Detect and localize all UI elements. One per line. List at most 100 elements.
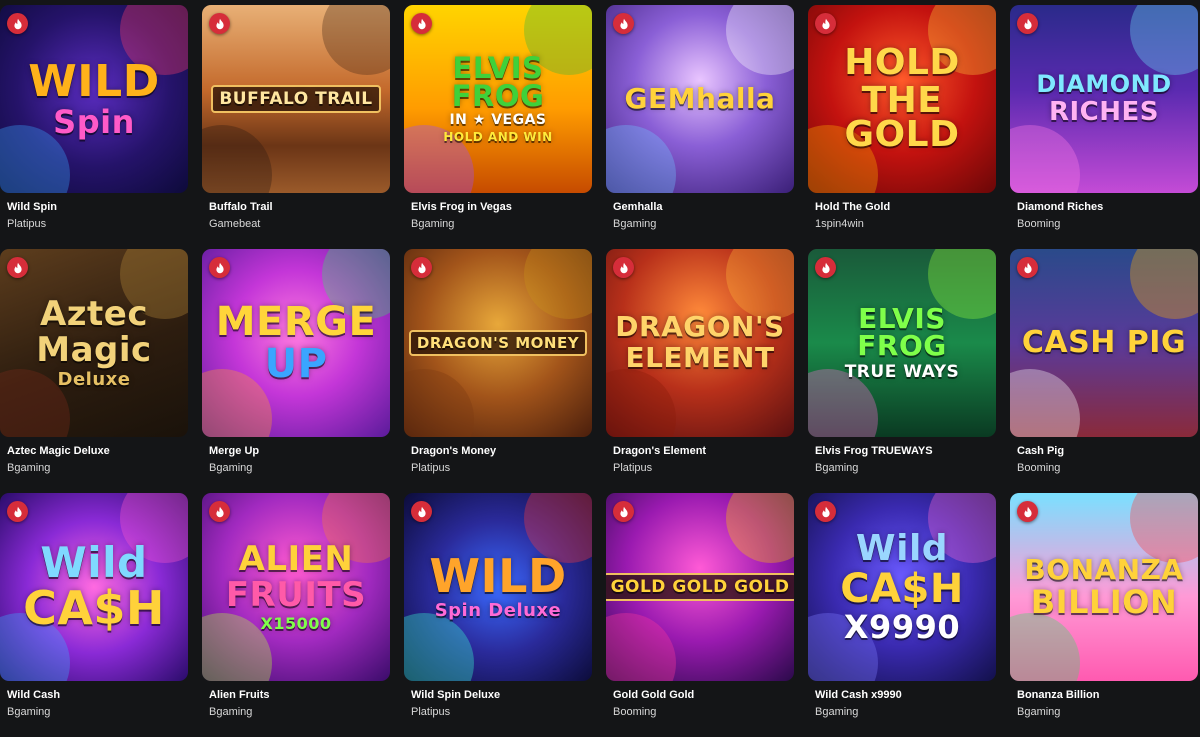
- game-thumbnail[interactable]: BONANZA BILLION: [1010, 493, 1198, 681]
- hot-badge: [7, 501, 28, 522]
- game-logo-art: DIAMOND RICHES: [1028, 65, 1179, 132]
- art-decoration: [202, 125, 272, 193]
- game-title[interactable]: Hold The Gold: [815, 199, 996, 216]
- game-title[interactable]: Gemhalla: [613, 199, 794, 216]
- game-thumbnail[interactable]: DRAGON'S MONEY: [404, 249, 592, 437]
- game-meta: Diamond Riches Booming: [1010, 193, 1198, 233]
- game-card-cash-pig[interactable]: CASH PIG Cash Pig Booming: [1010, 249, 1198, 493]
- flame-icon: [619, 18, 628, 29]
- game-thumbnail[interactable]: Wild CA$H: [0, 493, 188, 681]
- flame-icon: [13, 18, 22, 29]
- game-title[interactable]: Cash Pig: [1017, 443, 1198, 460]
- game-provider: Bgaming: [411, 218, 455, 230]
- game-logo-text: ELEMENT: [625, 341, 775, 374]
- game-title[interactable]: Elvis Frog TRUEWAYS: [815, 443, 996, 460]
- game-card-gold-gold-gold[interactable]: GOLD GOLD GOLD Gold Gold Gold Booming: [606, 493, 794, 737]
- game-thumbnail[interactable]: ELVIS FROG IN ★ VEGAS HOLD AND WIN: [404, 5, 592, 193]
- game-title[interactable]: Wild Spin: [7, 199, 188, 216]
- game-logo-text: IN ★ VEGAS: [449, 112, 547, 129]
- game-title[interactable]: Alien Fruits: [209, 687, 390, 704]
- game-title[interactable]: Wild Cash x9990: [815, 687, 996, 704]
- game-provider: Platipus: [411, 706, 451, 718]
- game-title[interactable]: Elvis Frog in Vegas: [411, 199, 592, 216]
- game-meta: Buffalo Trail Gamebeat: [202, 193, 390, 233]
- game-card-wild-cash[interactable]: Wild CA$H Wild Cash Bgaming: [0, 493, 188, 737]
- game-logo-art: ALIEN FRUITS X15000: [218, 535, 374, 639]
- game-thumbnail[interactable]: ALIEN FRUITS X15000: [202, 493, 390, 681]
- flame-icon: [619, 506, 628, 517]
- game-provider: 1spin4win: [815, 218, 864, 230]
- game-title[interactable]: Bonanza Billion: [1017, 687, 1198, 704]
- game-card-diamond-riches[interactable]: DIAMOND RICHES Diamond Riches Booming: [1010, 5, 1198, 249]
- game-thumbnail[interactable]: Wild CA$H X9990: [808, 493, 996, 681]
- game-logo-art: GEMhalla: [617, 78, 784, 121]
- game-card-merge-up[interactable]: MERGE UP Merge Up Bgaming: [202, 249, 390, 493]
- game-card-buffalo-trail[interactable]: BUFFALO TRAIL Buffalo Trail Gamebeat: [202, 5, 390, 249]
- game-thumbnail[interactable]: Aztec Magic Deluxe: [0, 249, 188, 437]
- game-card-dragon-s-money[interactable]: DRAGON'S MONEY Dragon's Money Platipus: [404, 249, 592, 493]
- game-card-wild-cash-x9990[interactable]: Wild CA$H X9990 Wild Cash x9990 Bgaming: [808, 493, 996, 737]
- game-card-dragon-s-element[interactable]: DRAGON'S ELEMENT Dragon's Element Platipus: [606, 249, 794, 493]
- game-card-elvis-frog-in-vegas[interactable]: ELVIS FROG IN ★ VEGAS HOLD AND WIN Elvis Fr…: [404, 5, 592, 249]
- flame-icon: [619, 262, 628, 273]
- game-title[interactable]: Wild Spin Deluxe: [411, 687, 592, 704]
- game-card-wild-spin-deluxe[interactable]: WILD Spin Deluxe Wild Spin Deluxe Platipus: [404, 493, 592, 737]
- hot-badge: [411, 501, 432, 522]
- game-title[interactable]: Diamond Riches: [1017, 199, 1198, 216]
- game-title[interactable]: Merge Up: [209, 443, 390, 460]
- game-thumbnail[interactable]: GEMhalla: [606, 5, 794, 193]
- game-card-wild-spin[interactable]: WILD Spin Wild Spin Platipus: [0, 5, 188, 249]
- game-thumbnail[interactable]: ELVIS FROG TRUE WAYS: [808, 249, 996, 437]
- game-provider: Gamebeat: [209, 218, 261, 230]
- game-logo-text: UP: [264, 341, 328, 387]
- game-title[interactable]: Dragon's Element: [613, 443, 794, 460]
- game-logo-text: DRAGON'S MONEY: [408, 329, 588, 357]
- game-meta: Elvis Frog TRUEWAYS Bgaming: [808, 437, 996, 477]
- game-logo-text: HOLD: [844, 41, 960, 83]
- hot-badge: [7, 257, 28, 278]
- game-logo-text: Magic: [36, 330, 152, 371]
- game-meta: Wild Spin Platipus: [0, 193, 188, 233]
- game-thumbnail[interactable]: GOLD GOLD GOLD: [606, 493, 794, 681]
- game-meta: Dragon's Money Platipus: [404, 437, 592, 477]
- game-logo-text: ELVIS FROG: [451, 51, 545, 113]
- game-logo-art: MERGE UP: [208, 295, 385, 391]
- game-card-aztec-magic-deluxe[interactable]: Aztec Magic Deluxe Aztec Magic Deluxe Bgamin…: [0, 249, 188, 493]
- game-thumbnail[interactable]: MERGE UP: [202, 249, 390, 437]
- game-logo-text: GEMhalla: [624, 81, 776, 115]
- flame-icon: [13, 262, 22, 273]
- game-logo-text: GOLD GOLD GOLD: [606, 572, 794, 602]
- hot-badge: [815, 501, 836, 522]
- game-thumbnail[interactable]: WILD Spin: [0, 5, 188, 193]
- hot-badge: [815, 13, 836, 34]
- game-thumbnail[interactable]: DIAMOND RICHES: [1010, 5, 1198, 193]
- game-meta: Wild Cash Bgaming: [0, 681, 188, 721]
- game-card-elvis-frog-trueways[interactable]: ELVIS FROG TRUE WAYS Elvis Frog TRUEWAYS Bg…: [808, 249, 996, 493]
- game-title[interactable]: Dragon's Money: [411, 443, 592, 460]
- game-logo-text: ALIEN: [238, 539, 354, 580]
- game-title[interactable]: Aztec Magic Deluxe: [7, 443, 188, 460]
- game-thumbnail[interactable]: HOLD THE GOLD: [808, 5, 996, 193]
- game-title[interactable]: Buffalo Trail: [209, 199, 390, 216]
- game-logo-text: CA$H: [23, 581, 165, 636]
- game-provider: Bgaming: [815, 706, 859, 718]
- flame-icon: [417, 262, 426, 273]
- game-thumbnail[interactable]: WILD Spin Deluxe: [404, 493, 592, 681]
- game-title[interactable]: Wild Cash: [7, 687, 188, 704]
- game-card-bonanza-billion[interactable]: BONANZA BILLION Bonanza Billion Bgaming: [1010, 493, 1198, 737]
- game-card-gemhalla[interactable]: GEMhalla Gemhalla Bgaming: [606, 5, 794, 249]
- game-title[interactable]: Gold Gold Gold: [613, 687, 794, 704]
- game-logo-art: ELVIS FROG TRUE WAYS: [808, 298, 996, 387]
- game-logo-text: Spin: [53, 102, 135, 141]
- game-thumbnail[interactable]: DRAGON'S ELEMENT: [606, 249, 794, 437]
- game-thumbnail[interactable]: BUFFALO TRAIL: [202, 5, 390, 193]
- hot-badge: [613, 257, 634, 278]
- flame-icon: [821, 18, 830, 29]
- game-meta: Cash Pig Booming: [1010, 437, 1198, 477]
- hot-badge: [209, 257, 230, 278]
- game-thumbnail[interactable]: CASH PIG: [1010, 249, 1198, 437]
- art-decoration: [404, 369, 474, 437]
- game-card-alien-fruits[interactable]: ALIEN FRUITS X15000 Alien Fruits Bgaming: [202, 493, 390, 737]
- game-provider: Platipus: [613, 462, 653, 474]
- game-card-hold-the-gold[interactable]: HOLD THE GOLD Hold The Gold 1spin4win: [808, 5, 996, 249]
